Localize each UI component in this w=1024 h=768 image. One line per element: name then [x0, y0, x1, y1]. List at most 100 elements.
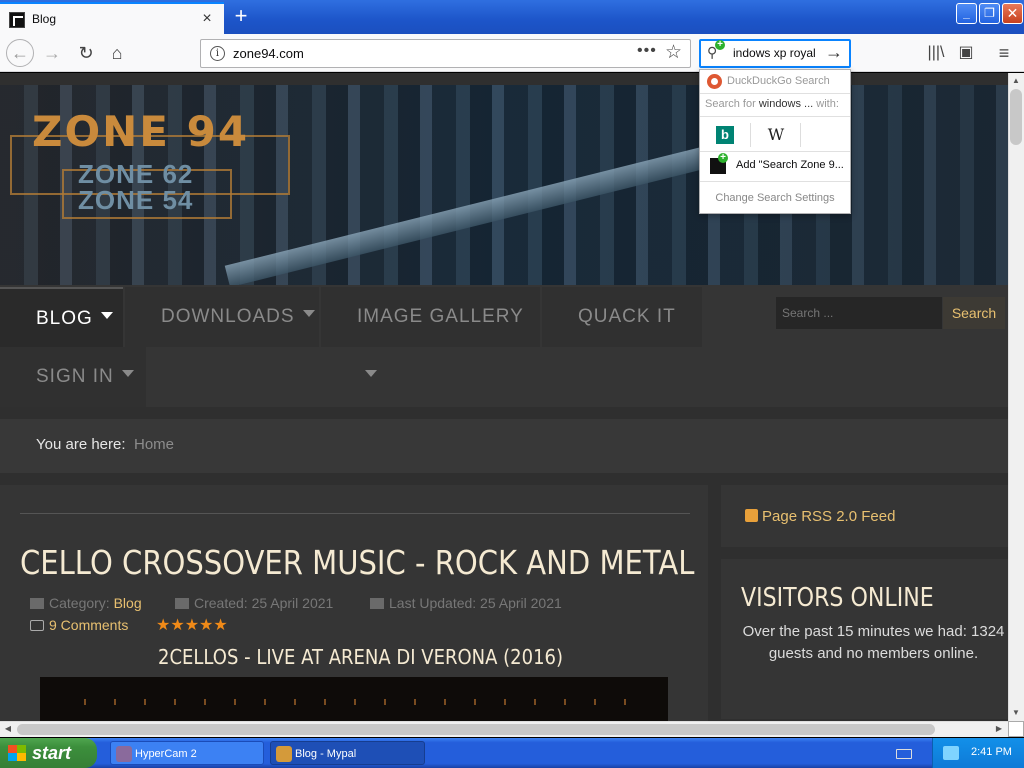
reload-button[interactable]: ↻: [72, 39, 100, 67]
start-label: start: [32, 743, 72, 763]
tab-title: Blog: [32, 12, 57, 26]
scroll-up-icon[interactable]: ▲: [1008, 73, 1024, 89]
site-search-button[interactable]: Search: [943, 297, 1005, 329]
url-bar[interactable]: i zone94.com ••• ☆: [200, 39, 691, 68]
article-updated-date: Last Updated: 25 April 2021: [370, 595, 562, 611]
duckduckgo-icon: [707, 74, 722, 89]
calendar-icon: [175, 598, 189, 609]
nav-item-downloads[interactable]: DOWNLOADS: [125, 287, 319, 347]
nav-item-quack-it[interactable]: QUACK IT: [542, 287, 702, 347]
task-label: HyperCam 2: [135, 748, 197, 760]
scroll-down-icon[interactable]: ▼: [1008, 705, 1024, 721]
banner-artwork: [224, 144, 716, 288]
scroll-left-icon[interactable]: ◀: [0, 721, 16, 737]
folder-icon: [30, 598, 44, 609]
sidebar-icon[interactable]: ▣: [952, 39, 980, 67]
visitors-text: Over the past 15 minutes we had: 1324 gu…: [742, 623, 1005, 662]
search-suggestions-popup: DuckDuckGo Search Search for windows ...…: [699, 69, 851, 214]
site-main-nav: BLOG DOWNLOADS IMAGE GALLERY QUACK IT SI…: [0, 285, 1008, 407]
taskbar-item-hypercam[interactable]: HyperCam 2: [110, 741, 264, 765]
keyboard-icon[interactable]: [896, 749, 912, 759]
tab-strip: Blog × + _ ❐ ✕: [0, 0, 1024, 34]
forward-button[interactable]: →: [38, 39, 66, 67]
nav-item-label: SIGN IN: [36, 366, 114, 387]
site-search-input[interactable]: [776, 297, 942, 329]
caret-down-icon: [365, 370, 377, 378]
category-link[interactable]: Blog: [114, 595, 142, 611]
bing-icon[interactable]: b: [716, 126, 734, 144]
nav-item-image-gallery[interactable]: IMAGE GALLERY: [321, 287, 540, 378]
hamburger-menu-icon[interactable]: ≡: [990, 39, 1018, 67]
rss-label: Page RSS 2.0 Feed: [762, 508, 896, 525]
video-embed[interactable]: [40, 677, 668, 721]
article-title[interactable]: CELLO CROSSOVER MUSIC - ROCK AND METAL: [20, 543, 694, 582]
url-text[interactable]: zone94.com: [233, 46, 304, 61]
comments-link[interactable]: 9 Comments: [30, 617, 128, 633]
task-label: Blog - Mypal: [295, 748, 357, 760]
nav-item-blog[interactable]: BLOG: [0, 287, 123, 347]
page-actions-icon[interactable]: •••: [637, 42, 657, 60]
current-search-engine: DuckDuckGo Search: [700, 70, 850, 94]
search-query-text[interactable]: indows xp royal: [733, 46, 825, 60]
library-icon[interactable]: |||\: [922, 39, 950, 67]
taskbar-item-mypal[interactable]: Blog - Mypal: [270, 741, 425, 765]
window-minimize-button[interactable]: _: [956, 3, 977, 24]
search-for-suffix: with:: [813, 98, 839, 110]
caret-down-icon: [121, 370, 134, 378]
search-go-icon[interactable]: →: [825, 42, 843, 63]
clock[interactable]: 2:41 PM: [971, 746, 1012, 758]
nav-item-sign-in[interactable]: SIGN IN: [0, 347, 146, 407]
hypercam-icon: [116, 746, 132, 762]
vertical-scrollbar[interactable]: [1008, 73, 1024, 721]
system-tray: 2:41 PM: [932, 738, 1024, 768]
web-page: ZONE 94 ZONE 62 ZONE 54 BLOG DOWNLOADS I…: [0, 73, 1008, 721]
comment-icon: [30, 620, 44, 631]
star-rating[interactable]: ★★★★★: [156, 615, 228, 635]
comments-count: 9 Comments: [49, 617, 129, 633]
site-banner: ZONE 94 ZONE 62 ZONE 54: [0, 85, 1008, 288]
nav-item-label: QUACK IT: [578, 306, 676, 327]
network-icon[interactable]: [943, 746, 959, 760]
bookmark-star-icon[interactable]: ☆: [665, 41, 682, 64]
horizontal-scroll-thumb[interactable]: [17, 724, 935, 735]
tab-blog[interactable]: Blog ×: [0, 2, 224, 34]
breadcrumb-home: Home: [134, 436, 175, 453]
site-logo-sub: ZONE 54: [78, 185, 194, 215]
caret-down-icon: [302, 310, 315, 318]
scroll-right-icon[interactable]: ▶: [991, 721, 1007, 737]
search-engine-label: DuckDuckGo Search: [727, 75, 830, 87]
divider: [750, 123, 751, 147]
start-button[interactable]: start: [0, 738, 97, 768]
window-close-button[interactable]: ✕: [1002, 3, 1023, 24]
add-engine-icon: [710, 153, 728, 174]
browser-search-input[interactable]: ⚲ indows xp royal →: [699, 39, 851, 68]
site-favicon-icon: [9, 12, 25, 28]
navigation-toolbar: ← → ↻ ⌂ i zone94.com ••• ☆ ⚲ indows xp r…: [0, 34, 1024, 72]
site-logo[interactable]: ZONE 94: [32, 107, 249, 156]
change-search-settings-button[interactable]: Change Search Settings: [700, 183, 850, 213]
tab-close-icon[interactable]: ×: [198, 10, 216, 28]
scroll-corner: [1008, 721, 1024, 737]
one-off-engines: b W: [700, 116, 850, 152]
divider: [800, 123, 801, 147]
wikipedia-icon[interactable]: W: [766, 125, 786, 145]
rss-module: Page RSS 2.0 Feed: [721, 485, 1008, 547]
window-maximize-button[interactable]: ❐: [979, 3, 1000, 24]
visitors-online-module: VISITORS ONLINE Over the past 15 minutes…: [721, 559, 1008, 719]
search-engine-icon[interactable]: ⚲: [707, 40, 725, 62]
article-category: Category: Blog: [30, 595, 142, 611]
vertical-scroll-thumb[interactable]: [1010, 89, 1022, 145]
site-info-icon[interactable]: i: [210, 46, 225, 61]
add-search-engine-item[interactable]: Add "Search Zone 9...: [700, 152, 850, 182]
updated-text: Last Updated: 25 April 2021: [389, 595, 562, 611]
video-title: 2CELLOS - LIVE AT ARENA DI VERONA (2016): [158, 645, 564, 669]
visitors-title: VISITORS ONLINE: [741, 583, 934, 613]
calendar-icon: [370, 598, 384, 609]
rss-feed-link[interactable]: Page RSS 2.0 Feed: [745, 508, 895, 525]
new-tab-button[interactable]: +: [229, 4, 253, 28]
back-button[interactable]: ←: [6, 39, 34, 67]
windows-logo-icon: [8, 745, 26, 761]
add-engine-label: Add "Search Zone 9...: [736, 159, 844, 171]
caret-down-icon: [100, 312, 113, 320]
home-button[interactable]: ⌂: [103, 39, 131, 67]
